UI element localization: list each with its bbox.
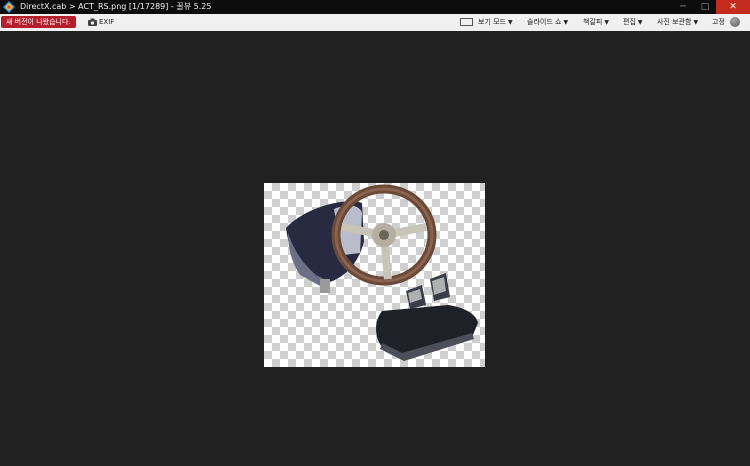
menu-view-mode-label: 보기 모드 bbox=[478, 18, 506, 26]
toolbar: 새 버전이 나왔습니다. EXIF 보기 모드 ▼ 슬라이드 쇼 ▼ 책갈피 ▼ 편집… bbox=[0, 14, 750, 31]
view-mode-icon bbox=[460, 18, 473, 26]
caret-down-icon: ▼ bbox=[693, 19, 699, 26]
exif-label: EXIF bbox=[99, 18, 115, 26]
title-bar: DirectX.cab > ACT_RS.png [1/17289] - 꿀뷰 … bbox=[0, 0, 750, 14]
pin-label: 고정 bbox=[712, 18, 725, 26]
pin-toggle-icon[interactable] bbox=[730, 17, 740, 27]
camera-icon bbox=[88, 18, 97, 26]
menu-view-mode[interactable]: 보기 모드 ▼ bbox=[478, 14, 513, 31]
menu-photo-storage[interactable]: 사진 보관함 ▼ bbox=[657, 14, 698, 31]
caret-down-icon: ▼ bbox=[637, 19, 643, 26]
update-notice-button[interactable]: 새 버전이 나왔습니다. bbox=[1, 16, 76, 28]
menu-bookmark-label: 책갈피 bbox=[583, 18, 603, 26]
app-logo-icon bbox=[3, 1, 15, 13]
menu-slideshow[interactable]: 슬라이드 쇼 ▼ bbox=[527, 14, 568, 31]
exif-button[interactable]: EXIF bbox=[88, 14, 114, 31]
image-canvas[interactable] bbox=[264, 183, 485, 367]
steering-wheel-image bbox=[286, 184, 478, 361]
menu-edit-label: 편집 bbox=[623, 18, 636, 26]
menu-slideshow-label: 슬라이드 쇼 bbox=[527, 18, 562, 26]
maximize-button[interactable]: □ bbox=[694, 0, 716, 14]
caret-down-icon: ▼ bbox=[563, 19, 569, 26]
pin-toggle[interactable]: 고정 bbox=[712, 14, 725, 31]
minimize-button[interactable]: ─ bbox=[672, 0, 694, 14]
close-button[interactable]: ✕ bbox=[716, 0, 750, 14]
caret-down-icon: ▼ bbox=[508, 19, 513, 26]
window-title: DirectX.cab > ACT_RS.png [1/17289] - 꿀뷰 … bbox=[20, 2, 212, 11]
menu-edit[interactable]: 편집 ▼ bbox=[623, 14, 643, 31]
menu-bookmark[interactable]: 책갈피 ▼ bbox=[583, 14, 609, 31]
caret-down-icon: ▼ bbox=[604, 19, 609, 26]
menu-photo-storage-label: 사진 보관함 bbox=[657, 18, 692, 26]
